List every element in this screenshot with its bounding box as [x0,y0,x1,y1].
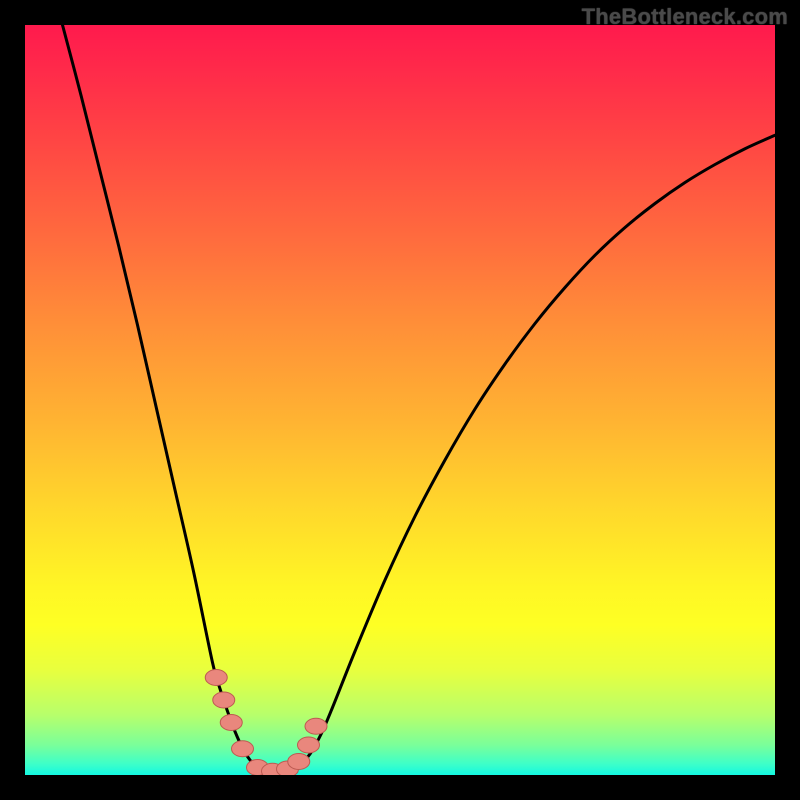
marker-dot [298,737,320,753]
marker-dot [220,715,242,731]
chart-frame: TheBottleneck.com [0,0,800,800]
marker-dots [205,670,327,776]
plot-area [25,25,775,775]
bottleneck-curve [63,25,776,774]
marker-dot [205,670,227,686]
curve-svg [25,25,775,775]
watermark-text: TheBottleneck.com [582,4,788,30]
marker-dot [305,718,327,734]
marker-dot [213,692,235,708]
marker-dot [288,754,310,770]
marker-dot [232,741,254,757]
